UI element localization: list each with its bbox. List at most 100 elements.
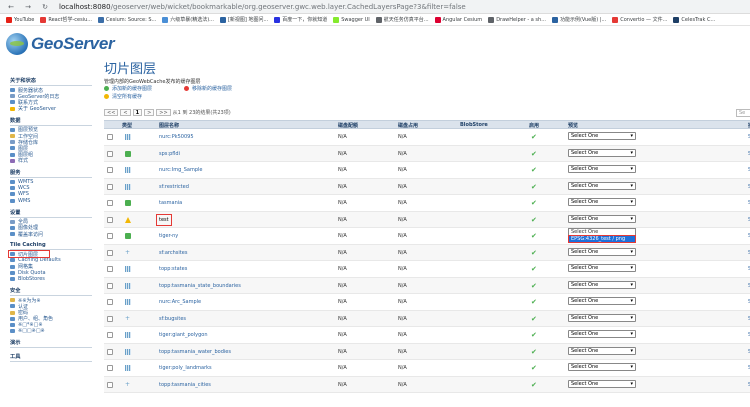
row-checkbox[interactable] bbox=[107, 381, 113, 388]
layer-name-link[interactable]: test bbox=[156, 213, 172, 226]
layer-name-link[interactable]: nurc:Pk50095 bbox=[159, 134, 194, 140]
row-checkbox[interactable] bbox=[107, 233, 113, 239]
table-row: +topp:tasmania_citiesN/AN/A✔Select OneSe… bbox=[104, 376, 750, 393]
bookmark-item[interactable]: Swagger UI bbox=[333, 16, 370, 23]
add-cached-layer-link[interactable]: 添加新的缓存图层 bbox=[104, 85, 152, 92]
row-checkbox[interactable] bbox=[107, 299, 113, 305]
layer-name-link[interactable]: sps:pfldi bbox=[159, 151, 180, 157]
preview-select[interactable]: Select One bbox=[568, 165, 636, 173]
remove-cached-layer-link[interactable]: 移除新的缓存图层 bbox=[184, 85, 232, 92]
sidebar-item[interactable]: 覆盖率访问 bbox=[10, 231, 98, 238]
bookmark-item[interactable]: CelesTrak C... bbox=[673, 16, 715, 23]
cached-layers-table: 类型 图层名称 磁盘配额 磁盘占用 BlobStore 启用 预览 操作 nur… bbox=[104, 120, 750, 393]
layer-name-link[interactable]: sf:bugsites bbox=[159, 316, 186, 322]
bookmark-item[interactable]: Angular Cesium bbox=[434, 16, 482, 23]
col-blobstore[interactable]: BlobStore bbox=[460, 122, 488, 128]
layer-name-link[interactable]: sf:restricted bbox=[159, 184, 189, 190]
col-enabled[interactable]: 启用 bbox=[529, 122, 539, 129]
sidebar-item[interactable]: BlobStores bbox=[10, 276, 98, 282]
bookmark-label: 百度一下，你就知道 bbox=[282, 17, 328, 23]
row-checkbox[interactable] bbox=[107, 249, 113, 256]
layer-type-icon bbox=[125, 200, 131, 206]
sidebar-item-icon bbox=[10, 134, 15, 139]
col-type[interactable]: 类型 bbox=[122, 122, 132, 129]
bookmark-item[interactable]: 功能示例(Vue版) |... bbox=[551, 16, 606, 23]
pager-next[interactable]: > bbox=[144, 109, 155, 116]
sidebar-item[interactable]: ※□□※□※ bbox=[10, 328, 98, 334]
row-checkbox[interactable] bbox=[107, 332, 113, 338]
disk-quota-value: N/A bbox=[338, 299, 347, 305]
bookmark-item[interactable]: DrawHelper - a sh... bbox=[488, 16, 546, 23]
col-disk-used[interactable]: 磁盘占用 bbox=[398, 122, 418, 129]
row-checkbox[interactable] bbox=[107, 167, 113, 173]
preview-select[interactable]: Select One bbox=[568, 181, 636, 190]
search-input[interactable]: Se bbox=[736, 109, 750, 117]
bookmark-item[interactable]: YouTube bbox=[6, 16, 34, 23]
preview-select[interactable]: Select One bbox=[568, 330, 636, 338]
disk-quota-value: N/A bbox=[338, 332, 347, 338]
bookmark-item[interactable]: 百度一下，你就知道 bbox=[274, 16, 327, 23]
row-checkbox[interactable] bbox=[107, 150, 113, 157]
preview-select[interactable]: Select One bbox=[568, 264, 636, 272]
col-disk-quota[interactable]: 磁盘配额 bbox=[338, 122, 358, 129]
preview-dropdown-list[interactable]: Select One EPSG:4326_test / png bbox=[568, 228, 636, 243]
pager-current[interactable]: 1 bbox=[132, 109, 143, 116]
dropdown-option[interactable]: EPSG:4326_test / png bbox=[568, 234, 636, 243]
preview-select[interactable]: Select One bbox=[568, 132, 636, 140]
layer-type-icon: + bbox=[125, 380, 131, 388]
preview-select[interactable]: Select One bbox=[568, 198, 636, 206]
layer-name-link[interactable]: topp:tasmania_water_bodies bbox=[159, 349, 231, 355]
layer-name-link[interactable]: tasmania bbox=[159, 200, 182, 206]
sidebar-item-icon bbox=[10, 179, 15, 184]
preview-select[interactable]: Select One bbox=[568, 247, 636, 256]
layer-name-link[interactable]: nurc:Arc_Sample bbox=[159, 299, 201, 305]
preview-select[interactable]: Select One bbox=[568, 363, 636, 371]
bookmark-item[interactable]: 六级草暴(精选法)... bbox=[162, 16, 214, 23]
sidebar-item[interactable]: WMS bbox=[10, 197, 98, 204]
layer-name-link[interactable]: tiger:giant_polygon bbox=[159, 332, 208, 338]
pager-last[interactable]: >> bbox=[156, 109, 171, 116]
bookmark-item[interactable]: 航天任务仿真平台... bbox=[375, 16, 429, 23]
pager-first[interactable]: << bbox=[104, 109, 119, 116]
preview-select[interactable]: Select One bbox=[568, 379, 636, 388]
geoserver-logo[interactable]: GeoServer bbox=[6, 33, 115, 55]
row-checkbox[interactable] bbox=[107, 348, 113, 355]
layer-name-link[interactable]: nurc:Img_Sample bbox=[159, 167, 202, 173]
reload-icon[interactable]: ↻ bbox=[39, 3, 51, 11]
row-checkbox[interactable] bbox=[107, 216, 113, 223]
bookmark-icon bbox=[274, 16, 281, 23]
layer-name-link[interactable]: topp:tasmania_state_boundaries bbox=[159, 283, 241, 289]
row-checkbox[interactable] bbox=[107, 200, 113, 206]
row-checkbox[interactable] bbox=[107, 266, 113, 272]
layer-name-link[interactable]: tiger-ny bbox=[159, 233, 178, 239]
row-checkbox[interactable] bbox=[107, 183, 113, 190]
url-field[interactable]: localhost:8080/geoserver/web/wicket/book… bbox=[59, 3, 466, 11]
sidebar-section-title: 服务 bbox=[10, 169, 21, 176]
sidebar-item[interactable]: 关于 GeoServer bbox=[10, 106, 98, 112]
layer-name-link[interactable]: topp:tasmania_cities bbox=[159, 382, 211, 388]
preview-select[interactable]: Select One bbox=[568, 148, 636, 157]
bookmark-item[interactable]: Cesium: Source: S... bbox=[98, 16, 156, 23]
bookmark-item[interactable]: Convertio — 文件... bbox=[612, 16, 667, 23]
bookmark-item[interactable]: React哲学-cesiu... bbox=[40, 16, 92, 23]
row-checkbox[interactable] bbox=[107, 282, 113, 289]
preview-select[interactable]: Select One bbox=[568, 214, 636, 223]
row-checkbox[interactable] bbox=[107, 365, 113, 371]
layer-name-link[interactable]: topp:states bbox=[159, 266, 187, 272]
preview-select[interactable]: Select One bbox=[568, 346, 636, 355]
col-layer-name[interactable]: 图层名称 bbox=[159, 122, 179, 129]
layer-name-link[interactable]: sf:archsites bbox=[159, 250, 187, 256]
row-checkbox[interactable] bbox=[107, 315, 113, 322]
layer-name-link[interactable]: tiger:poly_landmarks bbox=[159, 365, 212, 371]
sidebar-item[interactable]: 样式 bbox=[10, 158, 98, 164]
preview-select[interactable]: Select One bbox=[568, 280, 636, 289]
pager-prev[interactable]: < bbox=[120, 109, 131, 116]
forward-icon[interactable]: → bbox=[22, 3, 34, 11]
bookmark-item[interactable]: [新视图] 地图问... bbox=[219, 16, 268, 23]
enabled-check-icon: ✔ bbox=[531, 248, 537, 257]
row-checkbox[interactable] bbox=[107, 134, 113, 140]
back-icon[interactable]: ← bbox=[5, 3, 17, 11]
empty-all-cache-link[interactable]: 清空所有缓存 bbox=[104, 93, 142, 100]
preview-select[interactable]: Select One bbox=[568, 313, 636, 322]
preview-select[interactable]: Select One bbox=[568, 297, 636, 305]
